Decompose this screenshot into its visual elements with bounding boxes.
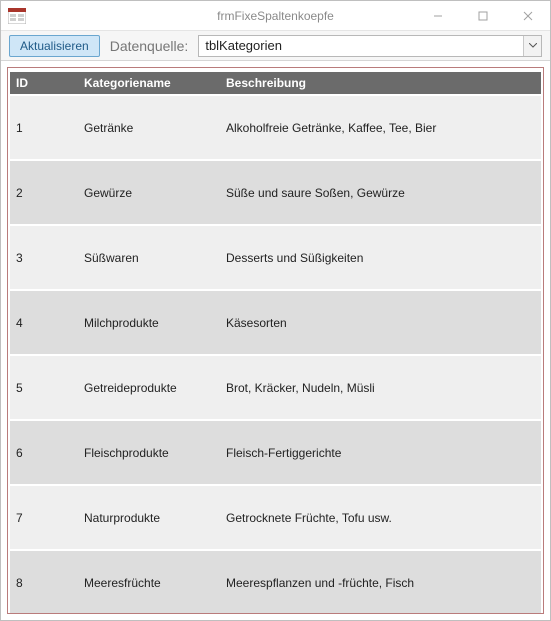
refresh-button[interactable]: Aktualisieren (9, 35, 100, 57)
data-grid: ID Kategoriename Beschreibung 1 Getränke… (7, 67, 544, 614)
cell-id: 4 (10, 290, 78, 355)
cell-name: Getränke (78, 95, 220, 160)
header-row: ID Kategoriename Beschreibung (10, 72, 541, 95)
minimize-button[interactable] (415, 1, 460, 30)
cell-desc: Brot, Kräcker, Nudeln, Müsli (220, 355, 541, 420)
cell-id: 5 (10, 355, 78, 420)
cell-name: Naturprodukte (78, 485, 220, 550)
toolbar: Aktualisieren Datenquelle: tblKategorien (1, 31, 550, 61)
data-table: ID Kategoriename Beschreibung 1 Getränke… (10, 72, 541, 614)
cell-desc: Getrocknete Früchte, Tofu usw. (220, 485, 541, 550)
col-header-id[interactable]: ID (10, 72, 78, 95)
table-row[interactable]: 1 Getränke Alkoholfreie Getränke, Kaffee… (10, 95, 541, 160)
table-row[interactable]: 8 Meeresfrüchte Meerespflanzen und -früc… (10, 550, 541, 614)
table-row[interactable]: 4 Milchprodukte Käsesorten (10, 290, 541, 355)
cell-name: Milchprodukte (78, 290, 220, 355)
cell-id: 8 (10, 550, 78, 614)
table-row[interactable]: 7 Naturprodukte Getrocknete Früchte, Tof… (10, 485, 541, 550)
cell-id: 7 (10, 485, 78, 550)
datasource-label: Datenquelle: (110, 38, 189, 54)
cell-id: 6 (10, 420, 78, 485)
window: frmFixeSpaltenkoepfe Aktualisieren Daten… (0, 0, 551, 621)
col-header-desc[interactable]: Beschreibung (220, 72, 541, 95)
cell-desc: Süße und saure Soßen, Gewürze (220, 160, 541, 225)
access-form-icon (7, 7, 27, 25)
maximize-button[interactable] (460, 1, 505, 30)
cell-desc: Fleisch-Fertiggerichte (220, 420, 541, 485)
cell-desc: Alkoholfreie Getränke, Kaffee, Tee, Bier (220, 95, 541, 160)
chevron-down-icon[interactable] (523, 36, 541, 56)
window-controls (415, 1, 550, 30)
cell-name: Getreideprodukte (78, 355, 220, 420)
close-button[interactable] (505, 1, 550, 30)
col-header-name[interactable]: Kategoriename (78, 72, 220, 95)
table-row[interactable]: 5 Getreideprodukte Brot, Kräcker, Nudeln… (10, 355, 541, 420)
cell-name: Süßwaren (78, 225, 220, 290)
cell-desc: Desserts und Süßigkeiten (220, 225, 541, 290)
cell-id: 1 (10, 95, 78, 160)
table-row[interactable]: 6 Fleischprodukte Fleisch-Fertiggerichte (10, 420, 541, 485)
datasource-value: tblKategorien (199, 38, 523, 53)
cell-name: Fleischprodukte (78, 420, 220, 485)
table-row[interactable]: 3 Süßwaren Desserts und Süßigkeiten (10, 225, 541, 290)
cell-id: 2 (10, 160, 78, 225)
cell-name: Meeresfrüchte (78, 550, 220, 614)
cell-name: Gewürze (78, 160, 220, 225)
cell-desc: Meerespflanzen und -früchte, Fisch (220, 550, 541, 614)
cell-desc: Käsesorten (220, 290, 541, 355)
datasource-combo[interactable]: tblKategorien (198, 35, 542, 57)
cell-id: 3 (10, 225, 78, 290)
table-row[interactable]: 2 Gewürze Süße und saure Soßen, Gewürze (10, 160, 541, 225)
content-area: ID Kategoriename Beschreibung 1 Getränke… (1, 61, 550, 620)
titlebar: frmFixeSpaltenkoepfe (1, 1, 550, 31)
